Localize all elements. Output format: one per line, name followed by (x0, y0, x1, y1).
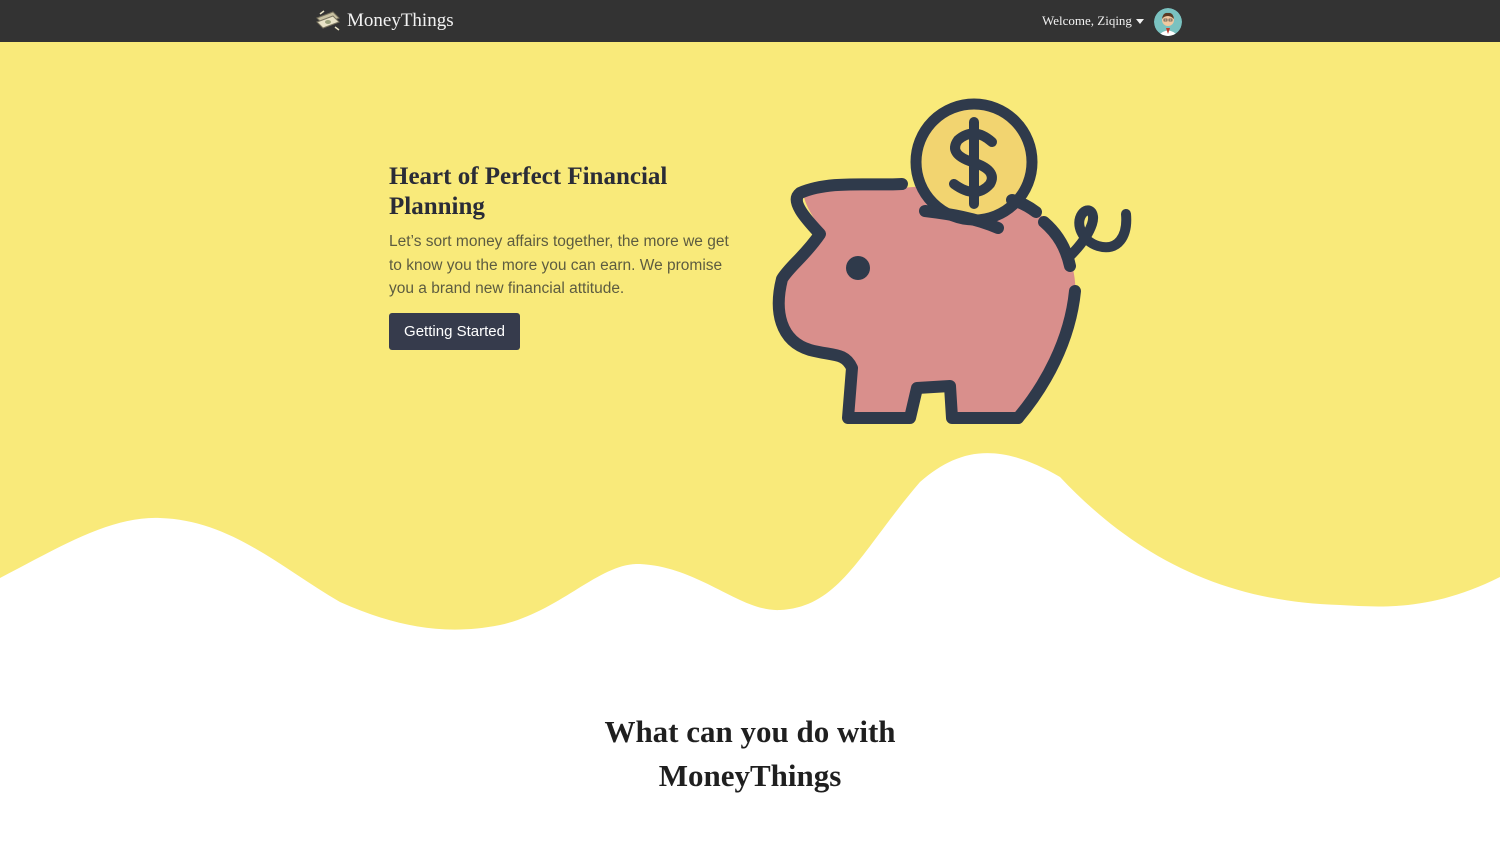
user-avatar-icon (1154, 8, 1182, 36)
brand-link[interactable]: MoneyThings (315, 8, 454, 34)
getting-started-button[interactable]: Getting Started (389, 313, 520, 350)
money-stack-icon (316, 10, 340, 31)
top-navbar: MoneyThings Welcome, Ziqing (0, 0, 1500, 42)
hero-wave-background (0, 42, 1500, 630)
chevron-down-icon (1135, 18, 1144, 24)
hero-title: Heart of Perfect Financial Planning (389, 163, 668, 220)
user-menu-toggle[interactable]: Welcome, Ziqing (1042, 13, 1144, 29)
user-avatar[interactable] (1154, 8, 1182, 36)
features-title-line2: MoneyThings (658, 758, 842, 793)
piggy-bank-icon (772, 98, 1132, 424)
hero-description: Let’s sort money affairs together, the m… (389, 233, 729, 297)
features-section-title: What can you do with MoneyThings (0, 710, 1500, 798)
welcome-text: Welcome, Ziqing (1042, 13, 1132, 28)
brand-name: MoneyThings (347, 10, 454, 31)
features-title-line1: What can you do with (604, 714, 896, 749)
